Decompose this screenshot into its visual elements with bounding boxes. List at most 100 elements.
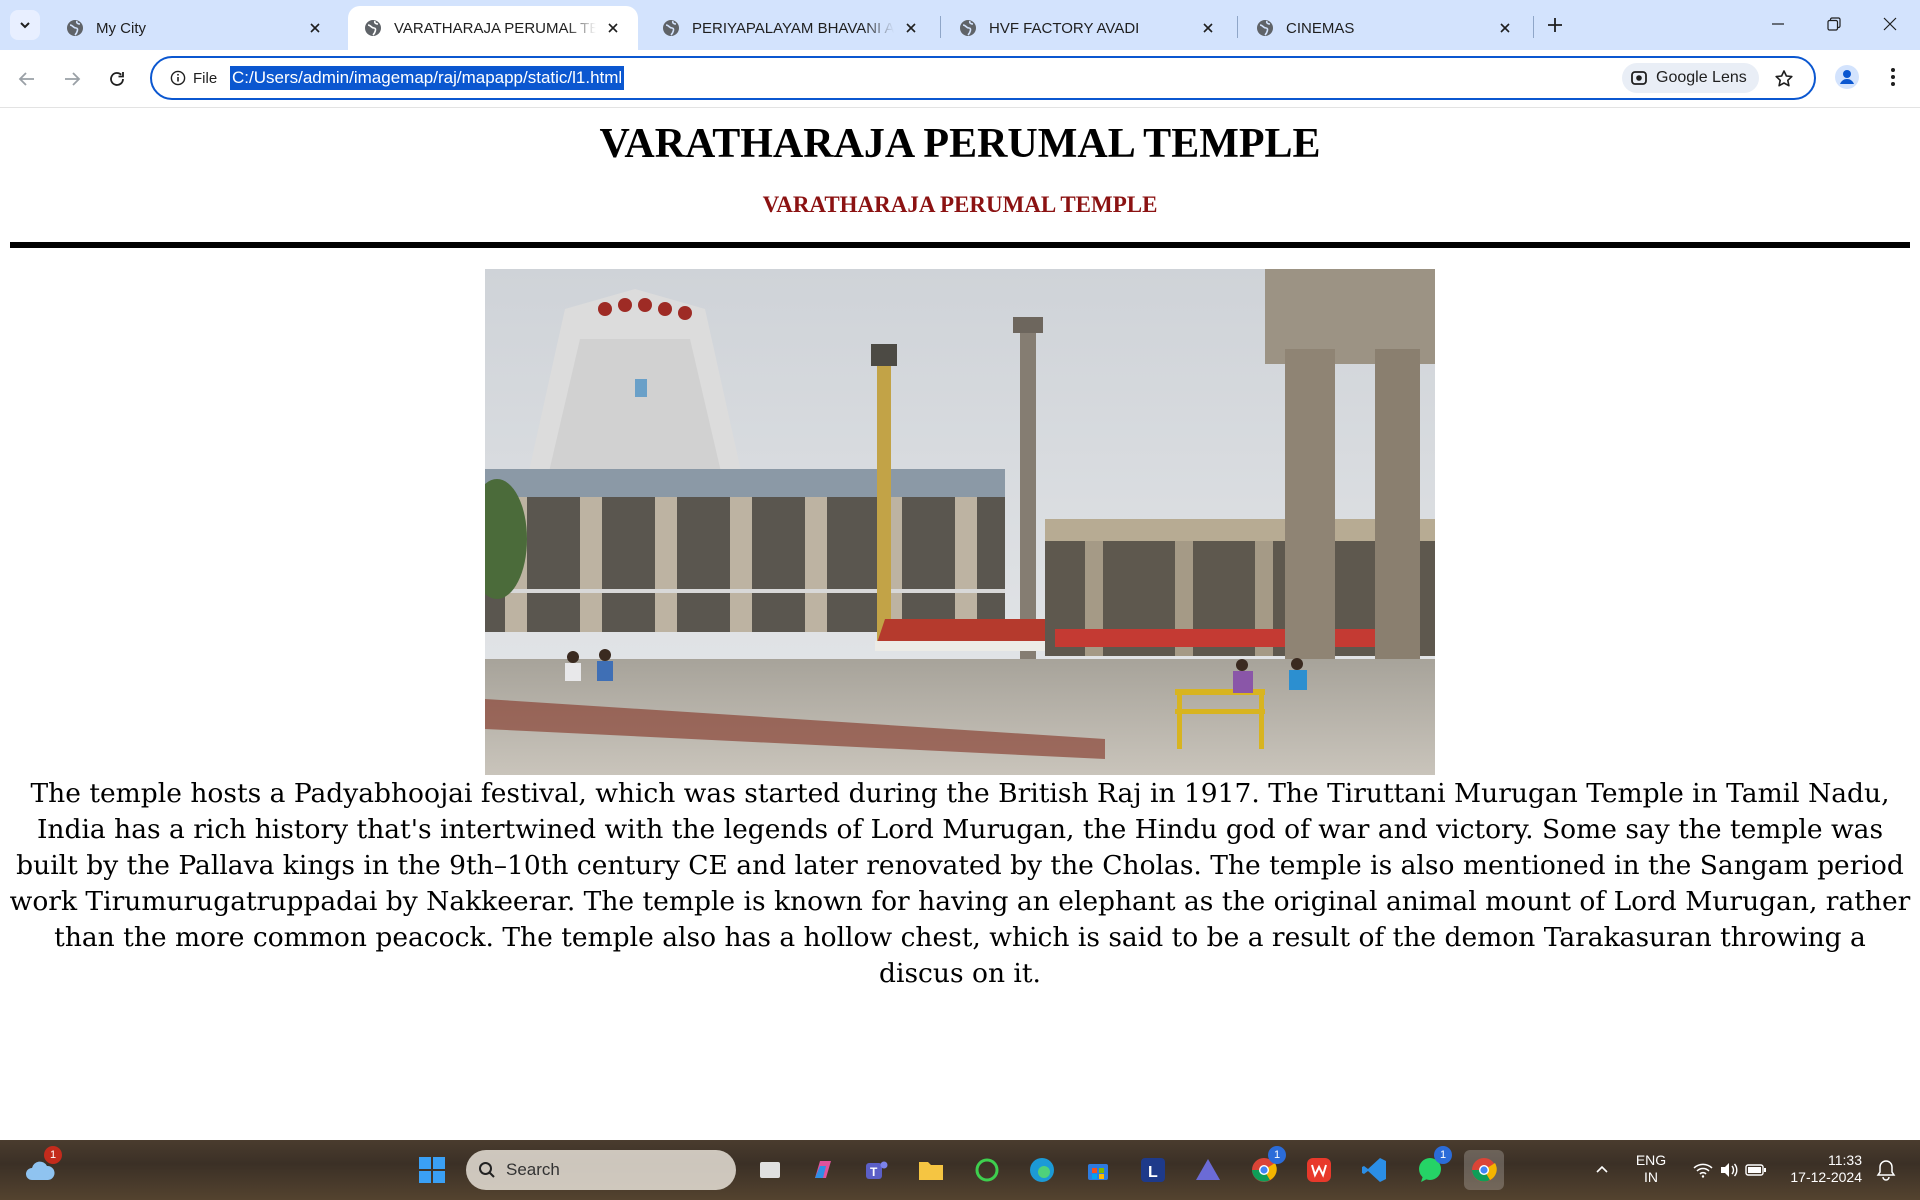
notification-badge: 1	[44, 1146, 62, 1164]
teams-icon: T	[866, 1161, 888, 1179]
tab-varatharaja-perumal-temple[interactable]: VARATHARAJA PERUMAL TEMPLE	[348, 6, 638, 50]
clock[interactable]: 11:33 17-12-2024	[1780, 1152, 1862, 1186]
store-button[interactable]	[1078, 1150, 1118, 1190]
task-view-icon	[760, 1162, 780, 1178]
browser-toolbar: File C:/Users/admin/imagemap/raj/mapapp/…	[0, 50, 1920, 108]
reload-icon	[110, 72, 124, 86]
search-label: Search	[506, 1160, 560, 1179]
notifications-button[interactable]	[1866, 1150, 1906, 1190]
tab-my-city[interactable]: My City	[50, 6, 340, 50]
restore-button[interactable]	[1806, 0, 1862, 48]
volume-icon	[1721, 1163, 1738, 1177]
store-icon	[1088, 1164, 1108, 1180]
arrow-right-icon	[65, 72, 81, 86]
site-info-button[interactable]: File	[162, 65, 225, 91]
globe-icon	[960, 20, 976, 36]
tab-separator	[1533, 16, 1534, 38]
chrome-icon	[1472, 1158, 1497, 1182]
wifi-icon	[1693, 1163, 1713, 1178]
new-tab-button[interactable]	[1540, 10, 1570, 40]
more-vert-icon	[1891, 68, 1895, 86]
affinity-button[interactable]	[1188, 1150, 1228, 1190]
tab-search-button[interactable]	[10, 10, 40, 40]
tab-title: My City	[96, 19, 146, 37]
close-tab-icon[interactable]	[602, 17, 624, 39]
vscode-button[interactable]	[1354, 1150, 1394, 1190]
language-indicator[interactable]: ENG IN	[1628, 1152, 1674, 1186]
close-tab-icon[interactable]	[304, 17, 326, 39]
address-bar[interactable]: File C:/Users/admin/imagemap/raj/mapapp/…	[150, 56, 1816, 100]
minimize-button[interactable]	[1750, 0, 1806, 48]
time-label: 11:33	[1828, 1152, 1862, 1168]
weather-widget[interactable]: 1	[20, 1146, 62, 1190]
svg-text:L: L	[1148, 1164, 1158, 1181]
task-view-button[interactable]	[750, 1150, 790, 1190]
show-hidden-icons-button[interactable]	[1582, 1150, 1622, 1190]
quick-settings-button[interactable]	[1688, 1150, 1772, 1190]
wps-icon	[1307, 1158, 1331, 1182]
triangle-app-icon	[1196, 1159, 1220, 1180]
page-subtitle: VARATHARAJA PERUMAL TEMPLE	[762, 192, 1158, 217]
chevron-down-icon	[20, 22, 30, 29]
forward-button[interactable]	[55, 62, 89, 96]
notification-badge: 1	[1268, 1146, 1286, 1164]
chevron-up-icon	[1596, 1165, 1608, 1173]
windows-icon	[419, 1157, 445, 1183]
file-explorer-button[interactable]	[911, 1150, 951, 1190]
info-icon	[170, 70, 186, 86]
temple-description: The temple hosts a Padyabhoojai festival…	[9, 778, 1911, 989]
l-app-button[interactable]: L	[1133, 1150, 1173, 1190]
copilot-button[interactable]	[803, 1150, 843, 1190]
globe-icon	[1257, 20, 1273, 36]
chrome-button[interactable]	[1464, 1150, 1504, 1190]
menu-button[interactable]	[1876, 60, 1910, 94]
page-title: VARATHARAJA PERUMAL TEMPLE	[599, 121, 1321, 167]
site-info-label: File	[193, 69, 218, 87]
tab-strip: My City VARATHARAJA PERUMAL TEMPLE PERIY…	[0, 0, 1920, 50]
globe-icon	[67, 20, 83, 36]
tab-title: VARATHARAJA PERUMAL TEMPLE	[394, 19, 596, 37]
whatsapp-button[interactable]: 1	[1410, 1146, 1452, 1190]
chrome-profile-button[interactable]: 1	[1244, 1146, 1286, 1190]
taskbar-search[interactable]: Search	[466, 1150, 736, 1190]
edge-icon	[1030, 1158, 1054, 1182]
close-tab-icon[interactable]	[1494, 17, 1516, 39]
close-tab-icon[interactable]	[900, 17, 922, 39]
minimize-icon	[1772, 23, 1784, 25]
sync-icon	[975, 1158, 999, 1182]
google-lens-label: Google Lens	[1656, 69, 1747, 86]
notification-badge: 1	[1434, 1146, 1452, 1164]
lens-icon	[1631, 71, 1647, 85]
profile-button[interactable]	[1830, 60, 1864, 94]
close-tab-icon[interactable]	[1197, 17, 1219, 39]
reload-button[interactable]	[100, 62, 134, 96]
back-button[interactable]	[10, 62, 44, 96]
taskbar: 1 Search T L 1 1 ENG IN 11:33 17-12-2024	[0, 1140, 1920, 1200]
copilot-icon	[815, 1161, 831, 1178]
url-text[interactable]: C:/Users/admin/imagemap/raj/mapapp/stati…	[230, 66, 625, 90]
bookmark-button[interactable]	[1769, 64, 1799, 94]
tab-title: PERIYAPALAYAM BHAVANI AMMAN TEMPLE	[692, 19, 894, 37]
battery-icon	[1745, 1164, 1766, 1176]
edge-button[interactable]	[1022, 1150, 1062, 1190]
refresh-app-button[interactable]	[967, 1150, 1007, 1190]
tab-separator	[1237, 16, 1238, 38]
close-window-button[interactable]	[1862, 0, 1918, 48]
wps-button[interactable]	[1299, 1150, 1339, 1190]
restore-icon	[1827, 17, 1841, 31]
tab-periyapalayam-bhavani-amman[interactable]: PERIYAPALAYAM BHAVANI AMMAN TEMPLE	[646, 6, 936, 50]
tab-cinemas[interactable]: CINEMAS	[1240, 6, 1530, 50]
google-lens-button[interactable]: Google Lens	[1622, 63, 1759, 93]
teams-button[interactable]: T	[856, 1150, 896, 1190]
avatar-icon	[1835, 65, 1859, 89]
start-button[interactable]	[412, 1150, 452, 1190]
svg-text:T: T	[870, 1165, 878, 1179]
plus-icon	[1548, 18, 1562, 32]
star-icon	[1775, 70, 1793, 87]
horizontal-rule	[10, 242, 1910, 248]
web-page: VARATHARAJA PERUMAL TEMPLE VARATHARAJA P…	[0, 108, 1920, 1140]
tab-hvf-factory-avadi[interactable]: HVF FACTORY AVADI	[943, 6, 1233, 50]
temple-photo	[485, 269, 1435, 775]
globe-icon	[663, 20, 679, 36]
bell-icon	[1876, 1160, 1896, 1181]
